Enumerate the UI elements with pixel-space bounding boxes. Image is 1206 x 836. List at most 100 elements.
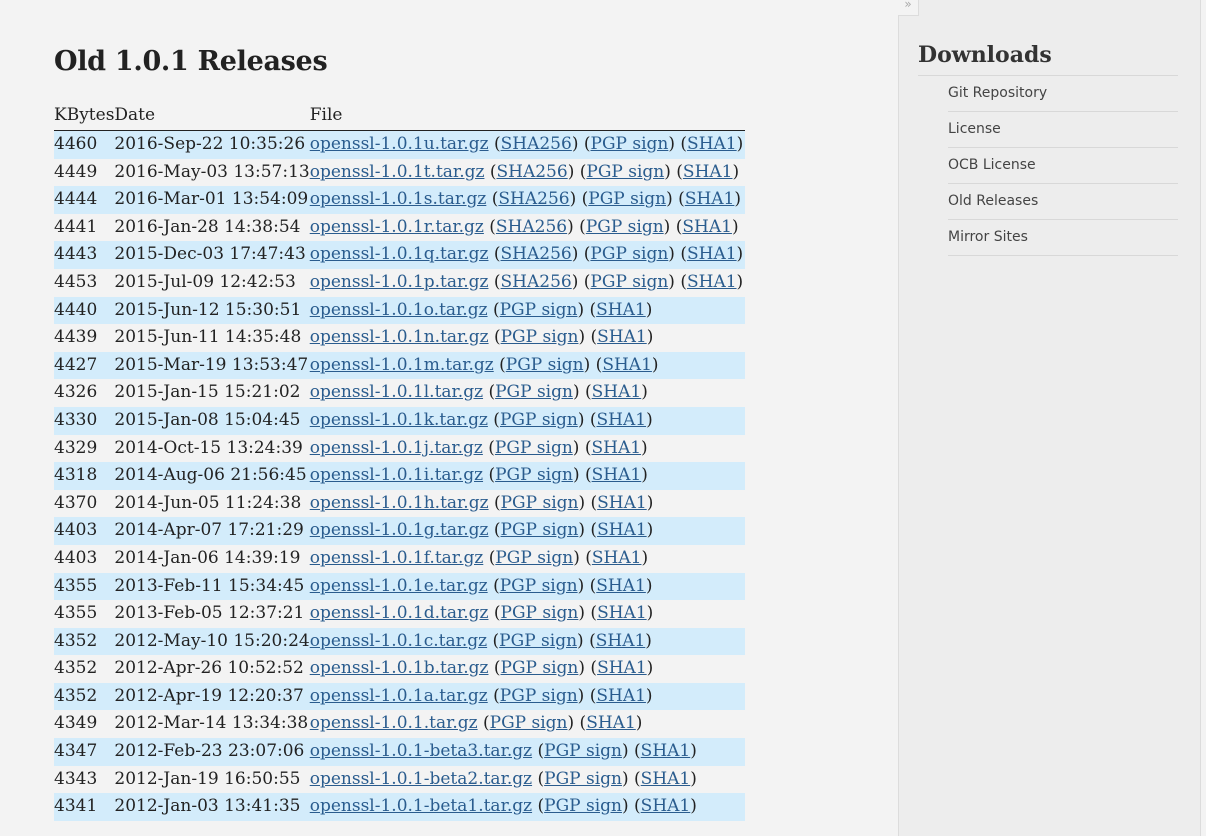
pgp-sign-link[interactable]: PGP sign	[490, 713, 568, 733]
sha1-link[interactable]: SHA1	[591, 438, 641, 458]
download-link[interactable]: openssl-1.0.1j.tar.gz	[310, 438, 483, 458]
cell-file: openssl-1.0.1c.tar.gz (PGP sign) (SHA1)	[309, 627, 746, 656]
pgp-sign-link[interactable]: PGP sign	[544, 769, 622, 789]
sha1-link[interactable]: SHA1	[641, 741, 691, 761]
sha256-link[interactable]: SHA256	[501, 244, 572, 264]
pgp-sign-link[interactable]: PGP sign	[501, 658, 579, 678]
sidebar-item-label[interactable]: Mirror Sites	[948, 229, 1028, 245]
cell-file: openssl-1.0.1d.tar.gz (PGP sign) (SHA1)	[309, 603, 654, 624]
sha1-link[interactable]: SHA1	[596, 576, 646, 596]
cell-date: 2015-Jul-09 12:42:53	[114, 271, 296, 292]
sha1-link[interactable]: SHA1	[592, 548, 642, 568]
pgp-sign-link[interactable]: PGP sign	[586, 162, 664, 182]
sidebar-item-git-repository[interactable]: Git Repository	[948, 76, 1178, 112]
table-row: 4352 2012-Apr-19 12:20:37 openssl-1.0.1a.t…	[54, 682, 746, 711]
sha1-link[interactable]: SHA1	[685, 189, 735, 209]
sha1-link[interactable]: SHA1	[641, 796, 691, 816]
pgp-sign-link[interactable]: PGP sign	[499, 631, 577, 651]
download-link[interactable]: openssl-1.0.1e.tar.gz	[310, 576, 488, 596]
sha1-link[interactable]: SHA1	[597, 327, 647, 347]
download-link[interactable]: openssl-1.0.1l.tar.gz	[310, 382, 483, 402]
download-link[interactable]: openssl-1.0.1o.tar.gz	[310, 300, 488, 320]
cell-date: 2015-Mar-19 13:53:47	[114, 351, 310, 380]
sha1-link[interactable]: SHA1	[596, 686, 646, 706]
sidebar-item-label[interactable]: OCB License	[948, 157, 1036, 173]
download-link[interactable]: openssl-1.0.1u.tar.gz	[310, 134, 489, 154]
sidebar-item-old-releases[interactable]: Old Releases	[948, 184, 1178, 220]
sha1-link[interactable]: SHA1	[592, 382, 642, 402]
download-link[interactable]: openssl-1.0.1r.tar.gz	[310, 217, 484, 237]
download-link[interactable]: openssl-1.0.1c.tar.gz	[310, 631, 487, 651]
sidebar-toggle-icon[interactable]: »	[898, 0, 919, 16]
download-link[interactable]: openssl-1.0.1a.tar.gz	[310, 686, 488, 706]
sha1-link[interactable]: SHA1	[597, 520, 647, 540]
pgp-sign-link[interactable]: PGP sign	[501, 603, 579, 623]
pgp-sign-link[interactable]: PGP sign	[501, 493, 579, 513]
download-link[interactable]: openssl-1.0.1k.tar.gz	[310, 410, 488, 430]
pgp-sign-link[interactable]: PGP sign	[500, 410, 578, 430]
pgp-sign-link[interactable]: PGP sign	[500, 686, 578, 706]
sidebar: Downloads Git Repository License OCB Licen…	[898, 0, 1201, 836]
sha256-link[interactable]: SHA256	[501, 272, 572, 292]
download-link[interactable]: openssl-1.0.1-beta3.tar.gz	[310, 741, 532, 761]
sha256-link[interactable]: SHA256	[496, 217, 567, 237]
sha1-link[interactable]: SHA1	[596, 300, 646, 320]
download-link[interactable]: openssl-1.0.1g.tar.gz	[310, 520, 489, 540]
pgp-sign-link[interactable]: PGP sign	[590, 272, 668, 292]
sha256-link[interactable]: SHA256	[501, 134, 572, 154]
download-link[interactable]: openssl-1.0.1f.tar.gz	[310, 548, 484, 568]
sidebar-item-license[interactable]: License	[948, 112, 1178, 148]
pgp-sign-link[interactable]: PGP sign	[500, 300, 578, 320]
sha1-link[interactable]: SHA1	[682, 217, 732, 237]
sha1-link[interactable]: SHA1	[586, 713, 636, 733]
pgp-sign-link[interactable]: PGP sign	[495, 465, 573, 485]
sha256-link[interactable]: SHA256	[498, 189, 569, 209]
pgp-sign-link[interactable]: PGP sign	[495, 548, 573, 568]
download-link[interactable]: openssl-1.0.1i.tar.gz	[310, 465, 483, 485]
sidebar-item-label[interactable]: Old Releases	[948, 193, 1038, 209]
pgp-sign-link[interactable]: PGP sign	[544, 796, 622, 816]
sha1-link[interactable]: SHA1	[597, 493, 647, 513]
sha1-link[interactable]: SHA1	[597, 658, 647, 678]
download-link[interactable]: openssl-1.0.1m.tar.gz	[310, 355, 494, 375]
sidebar-item-label[interactable]: Git Repository	[948, 85, 1047, 101]
pgp-sign-link[interactable]: PGP sign	[495, 438, 573, 458]
download-link[interactable]: openssl-1.0.1t.tar.gz	[310, 162, 485, 182]
download-link[interactable]: openssl-1.0.1-beta2.tar.gz	[310, 769, 532, 789]
download-link[interactable]: openssl-1.0.1n.tar.gz	[310, 327, 489, 347]
sidebar-item-ocb-license[interactable]: OCB License	[948, 148, 1178, 184]
sidebar-item-mirror-sites[interactable]: Mirror Sites	[948, 220, 1178, 256]
pgp-sign-link[interactable]: PGP sign	[591, 134, 669, 154]
download-link[interactable]: openssl-1.0.1-beta1.tar.gz	[310, 796, 532, 816]
pgp-sign-link[interactable]: PGP sign	[495, 382, 573, 402]
download-link[interactable]: openssl-1.0.1p.tar.gz	[310, 272, 489, 292]
pgp-sign-link[interactable]: PGP sign	[588, 189, 666, 209]
sha256-link[interactable]: SHA256	[496, 162, 567, 182]
sha1-link[interactable]: SHA1	[596, 631, 646, 651]
cell-kbytes: 4349	[54, 713, 98, 734]
sha1-link[interactable]: SHA1	[602, 355, 652, 375]
sha1-link[interactable]: SHA1	[687, 272, 737, 292]
download-link[interactable]: openssl-1.0.1s.tar.gz	[310, 189, 487, 209]
download-link[interactable]: openssl-1.0.1q.tar.gz	[310, 244, 489, 264]
pgp-sign-link[interactable]: PGP sign	[586, 217, 664, 237]
pgp-sign-link[interactable]: PGP sign	[544, 741, 622, 761]
sha1-link[interactable]: SHA1	[641, 769, 691, 789]
pgp-sign-link[interactable]: PGP sign	[506, 355, 584, 375]
sha1-link[interactable]: SHA1	[687, 244, 737, 264]
download-link[interactable]: openssl-1.0.1d.tar.gz	[310, 603, 489, 623]
download-link[interactable]: openssl-1.0.1.tar.gz	[310, 713, 478, 733]
pgp-sign-link[interactable]: PGP sign	[500, 576, 578, 596]
download-link[interactable]: openssl-1.0.1b.tar.gz	[310, 658, 489, 678]
pgp-sign-link[interactable]: PGP sign	[501, 327, 579, 347]
pgp-sign-link[interactable]: PGP sign	[501, 520, 579, 540]
sha1-link[interactable]: SHA1	[687, 134, 737, 154]
pgp-sign-link[interactable]: PGP sign	[590, 244, 668, 264]
sidebar-item-label[interactable]: License	[948, 121, 1001, 137]
sha1-link[interactable]: SHA1	[592, 465, 642, 485]
sha1-link[interactable]: SHA1	[683, 162, 733, 182]
cell-kbytes: 4355	[54, 603, 98, 624]
download-link[interactable]: openssl-1.0.1h.tar.gz	[310, 493, 489, 513]
sha1-link[interactable]: SHA1	[597, 410, 647, 430]
sha1-link[interactable]: SHA1	[597, 603, 647, 623]
